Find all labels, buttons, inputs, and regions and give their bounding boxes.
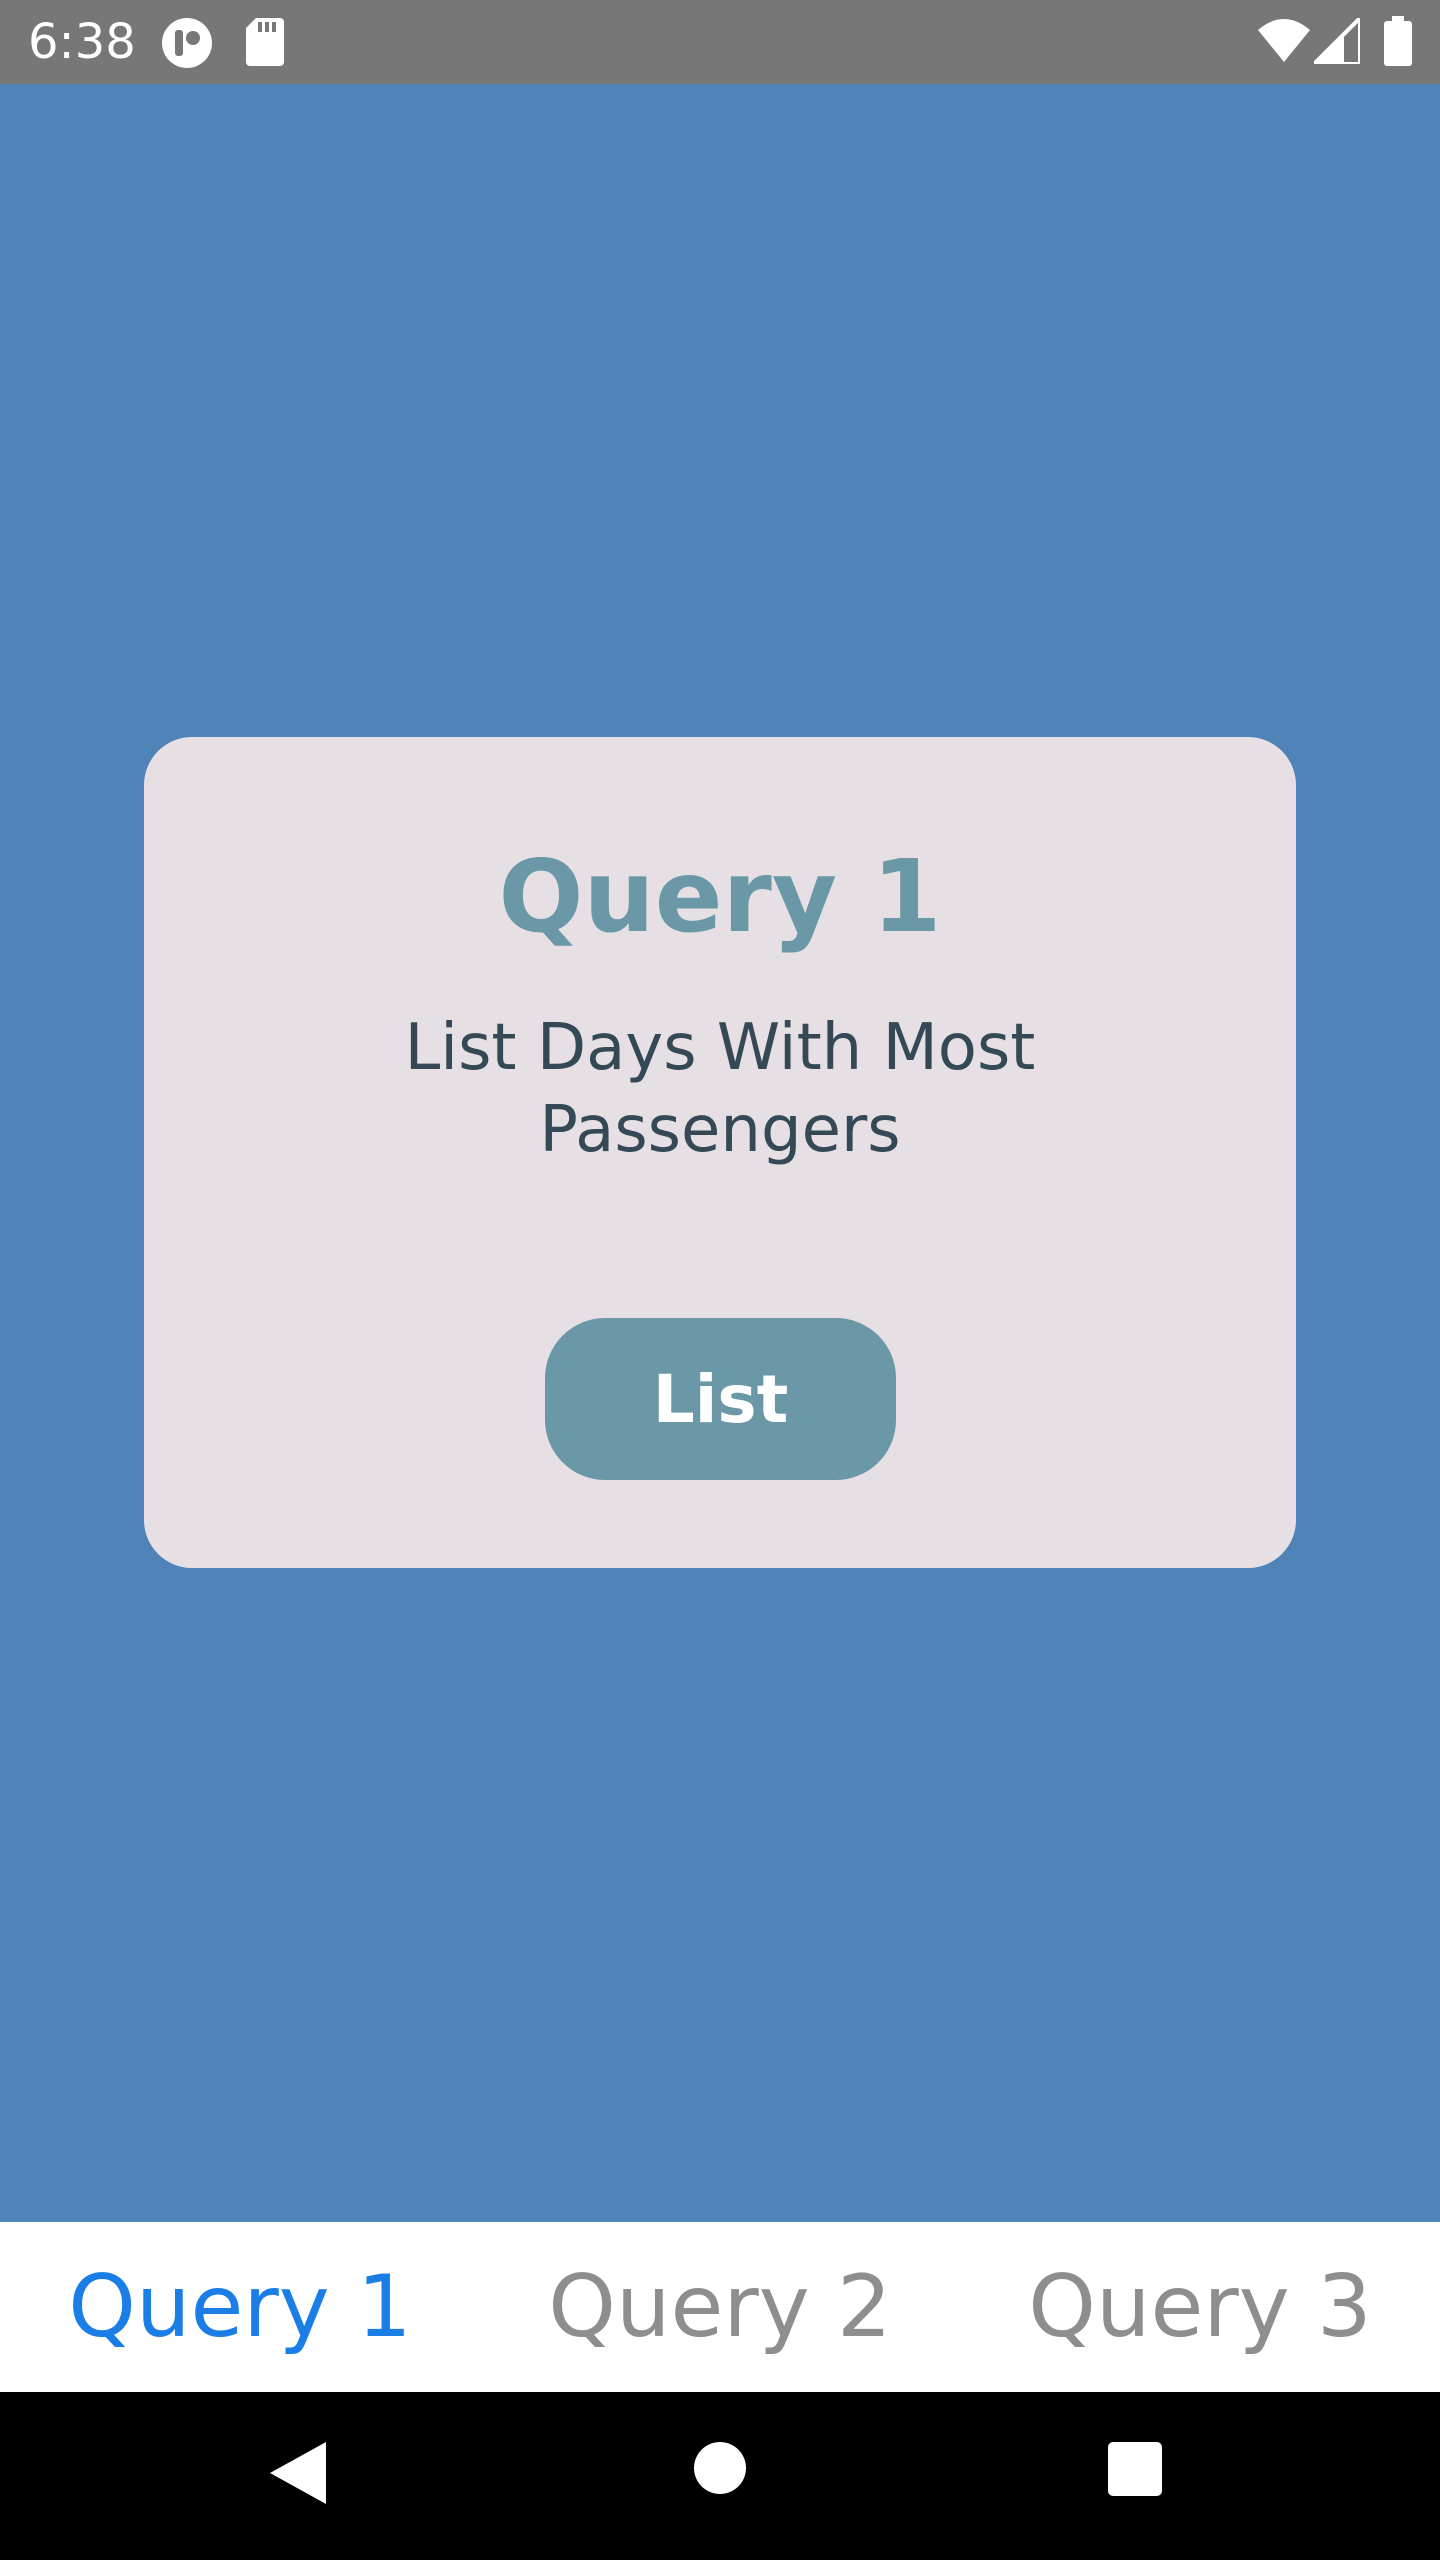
tab-query-3[interactable]: Query 3 [960, 2222, 1440, 2392]
tab-query-2[interactable]: Query 2 [480, 2222, 960, 2392]
tab-query-1[interactable]: Query 1 [0, 2222, 480, 2392]
tab-bar: Query 1 Query 2 Query 3 [0, 2222, 1440, 2392]
list-button[interactable]: List [545, 1318, 896, 1480]
battery-icon [1384, 16, 1412, 71]
card-description: List Days With Most Passengers [404, 1011, 1036, 1167]
sd-card-icon [246, 18, 284, 71]
recents-icon[interactable] [1108, 2442, 1162, 2501]
card-title: Query 1 [498, 838, 942, 955]
query-card: Query 1 List Days With Most Passengers L… [144, 737, 1296, 1568]
wifi-icon [1258, 18, 1310, 67]
back-icon[interactable] [270, 2442, 326, 2509]
home-icon[interactable] [694, 2442, 746, 2499]
status-time: 6:38 [28, 14, 136, 70]
system-nav-bar [0, 2392, 1440, 2560]
cell-signal-icon [1309, 13, 1362, 69]
notification-app-icon [160, 16, 214, 75]
app-screen: 6:38 Query 1 List Days With Most Passeng… [0, 0, 1440, 2560]
status-bar: 6:38 [0, 0, 1440, 84]
